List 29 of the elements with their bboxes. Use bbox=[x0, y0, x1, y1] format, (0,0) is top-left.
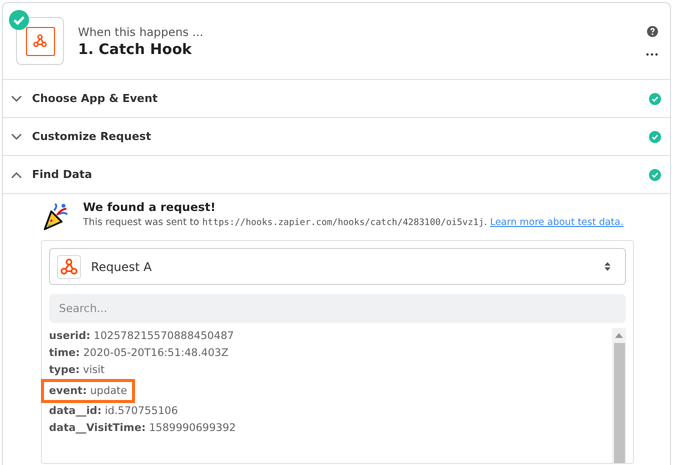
scrollbar[interactable] bbox=[612, 328, 626, 463]
step-title: 1. Catch Hook bbox=[78, 42, 193, 58]
scroll-up-icon[interactable] bbox=[615, 333, 623, 338]
section-title: Choose App & Event bbox=[32, 92, 159, 105]
field-row: event: update bbox=[41, 379, 136, 403]
field-row-text: data__VisitTime: 1589990699392 bbox=[49, 421, 236, 436]
section-title: Find Data bbox=[32, 168, 94, 181]
help-icon[interactable] bbox=[646, 26, 658, 37]
webhook-icon bbox=[57, 254, 81, 278]
section-title: Customize Request bbox=[32, 130, 152, 143]
field-row-text: time: 2020-05-20T16:51:48.403Z bbox=[49, 346, 228, 361]
chevron-down-icon bbox=[11, 132, 22, 140]
search-field[interactable]: Search... bbox=[49, 294, 626, 323]
chevron-down-icon bbox=[11, 94, 22, 102]
section-header[interactable]: Find Data bbox=[3, 156, 670, 194]
field-row-text: type: visit bbox=[49, 363, 105, 378]
section-header[interactable]: Customize Request bbox=[3, 118, 670, 156]
field-row-text: userid: 102578215570888450487 bbox=[49, 329, 234, 344]
found-heading: We found a request! bbox=[83, 200, 217, 214]
chevron-up-icon bbox=[11, 170, 22, 178]
sort-arrows-icon bbox=[604, 261, 611, 272]
scrollbar-thumb[interactable] bbox=[614, 343, 624, 463]
webhook-icon bbox=[32, 33, 48, 49]
field-row-text: data__id: id.570755106 bbox=[49, 404, 178, 419]
more-icon[interactable] bbox=[646, 53, 658, 56]
step-subtitle: When this happens ... bbox=[78, 24, 204, 38]
section-header[interactable]: Choose App & Event bbox=[3, 80, 670, 118]
found-message: This request was sent to https://hooks.zapier.com/hooks/catch/4283100/oi5vz1j. Learn more about test data. bbox=[83, 216, 624, 230]
request-dropdown[interactable]: Request A bbox=[49, 248, 626, 285]
